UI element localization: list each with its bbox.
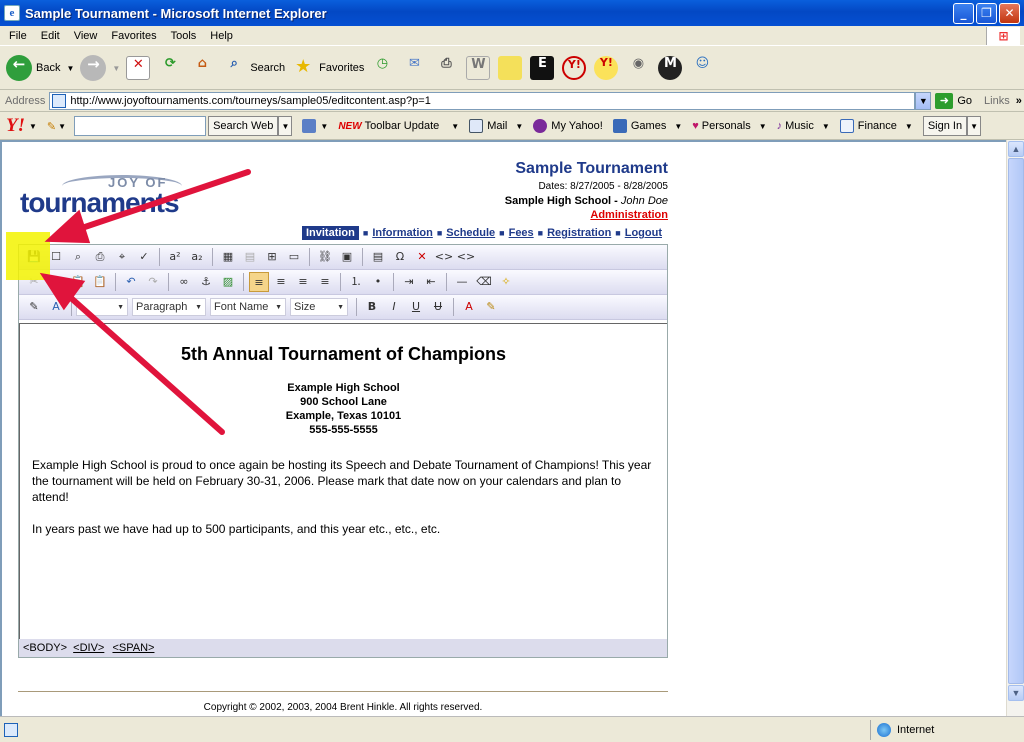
arrow-shaft-1 (67, 169, 251, 235)
page-status-icon (4, 722, 18, 737)
annotation-arrows (39, 169, 251, 435)
status-bar: Internet (0, 716, 1024, 742)
arrow-shaft-2 (59, 287, 225, 435)
arrow-head-1 (44, 209, 91, 244)
globe-icon (877, 723, 891, 737)
security-zone: Internet (870, 720, 1024, 740)
zone-label: Internet (897, 724, 935, 736)
